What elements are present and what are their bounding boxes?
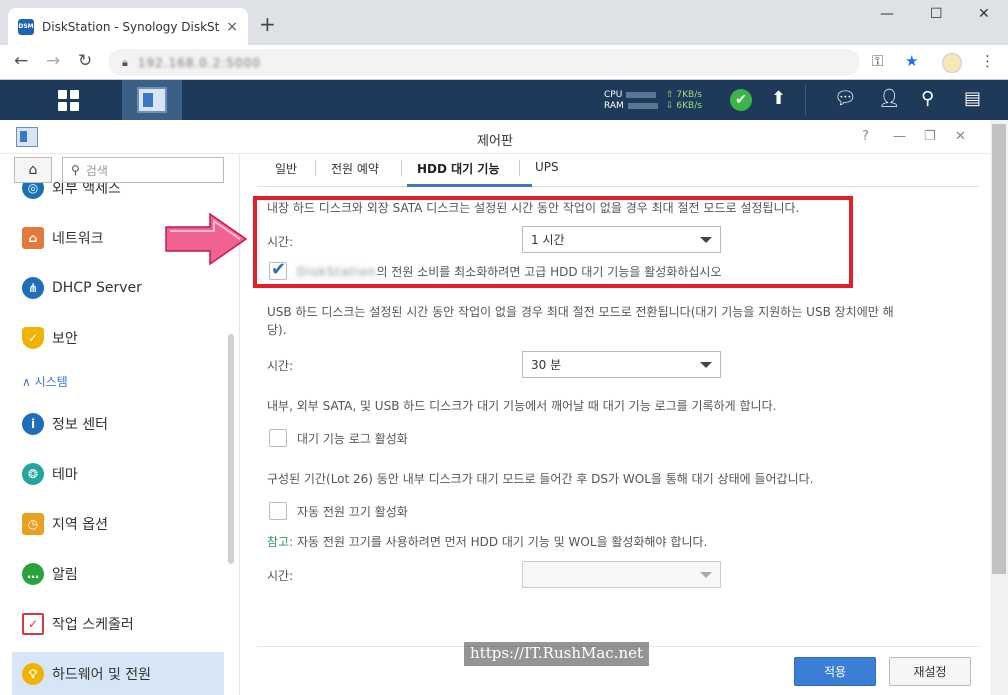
control-panel-taskbar-button[interactable] — [122, 80, 182, 120]
usb-time-label: 시간: — [267, 359, 294, 373]
settings-tabs: 일반 전원 예약 HDD 대기 기능 UPS — [257, 154, 979, 187]
dhcp-server-icon: ⋔ — [22, 277, 44, 299]
cpu-label: CPU — [604, 90, 623, 100]
auto-poweroff-checkbox[interactable] — [269, 502, 287, 520]
main-menu-grid-icon — [57, 89, 79, 111]
notification-icon: … — [22, 563, 44, 585]
auto-poweroff-time-label: 시간: — [267, 569, 294, 583]
tab-hdd-hibernation[interactable]: HDD 대기 기능 — [417, 160, 499, 177]
chevron-down-icon — [700, 362, 712, 368]
sidebar-search-input[interactable]: ⚲ 검색 — [62, 157, 224, 183]
sidebar-item-theme[interactable]: ❂ 테마 — [12, 452, 224, 496]
network-speed: ⇧ 7KB/s ⇩ 6KB/s — [666, 90, 702, 112]
home-icon: ⌂ — [28, 162, 38, 178]
search-icon[interactable]: ⚲ — [921, 88, 934, 109]
usb-disk-description-line1: USB 하드 디스크는 설정된 시간 동안 작업이 없을 경우 최대 절전 모드… — [267, 305, 894, 319]
taskbar-divider — [805, 85, 806, 115]
tab-power-schedule[interactable]: 전원 예약 — [331, 160, 379, 177]
auto-poweroff-description: 구성된 기간(Lot 26) 동안 내부 디스크가 대기 모드로 들어간 후 D… — [267, 472, 814, 486]
address-url: 192.168.0.2:5000 — [137, 55, 261, 70]
close-window-button[interactable]: ✕ — [978, 6, 990, 22]
window-close-button[interactable]: ✕ — [955, 129, 966, 144]
dsm-favicon-icon: DSM — [18, 18, 34, 35]
widgets-icon[interactable]: ▤ — [964, 88, 981, 109]
address-bar[interactable]: 🔒︎ 192.168.0.2:5000 — [108, 49, 860, 76]
sidebar-item-regional-options[interactable]: ◷ 지역 옵션 — [12, 502, 224, 546]
theme-palette-icon: ❂ — [22, 463, 44, 485]
tab-ups[interactable]: UPS — [535, 160, 559, 174]
search-placeholder: 검색 — [85, 163, 108, 178]
auto-poweroff-label: 자동 전원 끄기 활성화 — [297, 505, 408, 519]
active-tab-indicator — [407, 184, 532, 187]
download-speed: ⇩ 6KB/s — [666, 101, 702, 111]
usb-time-value: 30 분 — [531, 358, 562, 372]
home-button[interactable]: ⌂ — [14, 157, 52, 183]
browser-tabstrip: DSM DiskStation - Synology DiskStation ×… — [0, 0, 1008, 45]
window-minimize-button[interactable]: — — [893, 129, 906, 144]
sidebar-item-task-scheduler[interactable]: ✓ 작업 스케줄러 — [12, 602, 224, 646]
regional-options-icon: ◷ — [22, 513, 44, 535]
minimize-window-button[interactable]: — — [880, 6, 894, 22]
pink-arrow-annotation — [165, 212, 248, 266]
security-shield-icon: ✓ — [22, 327, 44, 349]
hibernation-log-description: 내부, 외부 SATA, 및 USB 하드 디스크가 대기 기능에서 깨어날 때… — [267, 399, 777, 413]
browser-toolbar: ← → ↻ 🔒︎ 192.168.0.2:5000 ⚿ ★ ⋮ — [0, 45, 1008, 80]
chevron-down-icon — [700, 572, 712, 578]
window-restore-button[interactable]: ❐ — [924, 129, 936, 144]
upload-speed: ⇧ 7KB/s — [666, 90, 702, 100]
window-title: 제어판 — [477, 134, 513, 149]
key-icon[interactable]: ⚿ — [872, 52, 883, 70]
system-health-check-icon[interactable]: ✔ — [730, 89, 752, 111]
tab-general[interactable]: 일반 — [275, 160, 297, 177]
page-scrollbar[interactable] — [990, 120, 1008, 695]
note-label: 참고: — [267, 535, 294, 549]
maximize-window-button[interactable]: ☐ — [930, 6, 943, 22]
info-center-icon: i — [22, 413, 44, 435]
close-tab-icon[interactable]: × — [226, 19, 238, 35]
lock-icon: 🔒︎ — [122, 55, 128, 69]
help-button[interactable]: ? — [862, 129, 869, 144]
usb-time-select[interactable]: 30 분 — [522, 351, 721, 378]
new-tab-button[interactable]: + — [259, 12, 276, 36]
back-icon[interactable]: ← — [14, 51, 28, 71]
main-menu-button[interactable] — [35, 80, 101, 120]
sidebar-group-system[interactable]: ∧ 시스템 — [22, 373, 68, 390]
forward-icon[interactable]: → — [46, 51, 60, 71]
sidebar-item-dhcp-server[interactable]: ⋔ DHCP Server — [12, 266, 224, 310]
sidebar-item-security[interactable]: ✓ 보안 — [12, 316, 224, 360]
task-scheduler-icon: ✓ — [22, 613, 44, 635]
control-panel-icon — [137, 87, 167, 113]
user-options-icon[interactable]: 👤︎ — [878, 88, 901, 109]
search-icon: ⚲ — [71, 163, 80, 177]
browser-tab[interactable]: DSM DiskStation - Synology DiskStation × — [8, 8, 248, 45]
usb-disk-description-line2: 당). — [267, 323, 287, 337]
sidebar-item-hardware-power[interactable]: 💡︎ 하드웨어 및 전원 — [12, 652, 224, 695]
network-icon: ⌂ — [22, 227, 44, 249]
profile-avatar[interactable] — [942, 53, 962, 73]
sidebar-item-info-center[interactable]: i 정보 센터 — [12, 402, 224, 446]
hibernation-log-checkbox[interactable] — [269, 429, 287, 447]
watermark-text: https://IT.RushMac.net — [464, 642, 650, 666]
auto-poweroff-note: 참고: 자동 전원 끄기를 사용하려면 먼저 HDD 대기 기능 및 WOL을 … — [267, 535, 708, 549]
control-panel-titlebar: 제어판 ? — ❐ ✕ — [0, 120, 990, 154]
main-panel: 일반 전원 예약 HDD 대기 기능 UPS 내장 하드 디스크와 외장 SAT… — [241, 154, 990, 695]
reload-icon[interactable]: ↻ — [78, 51, 92, 71]
browser-tab-title: DiskStation - Synology DiskStation — [42, 19, 220, 34]
reset-button[interactable]: 재설정 — [889, 657, 971, 686]
bookmark-star-icon[interactable]: ★ — [905, 52, 918, 70]
highlight-box — [253, 196, 853, 288]
hardware-power-icon: 💡︎ — [22, 663, 44, 685]
browser-menu-icon[interactable]: ⋮ — [980, 52, 995, 70]
notifications-chat-icon[interactable]: 💬︎ — [834, 88, 857, 109]
sidebar-item-notification[interactable]: … 알림 — [12, 552, 224, 596]
upload-tasks-icon[interactable]: ⬆ — [771, 88, 786, 109]
sidebar-scrollbar[interactable] — [228, 334, 234, 564]
apply-button[interactable]: 적용 — [794, 657, 876, 686]
auto-poweroff-time-select[interactable] — [522, 561, 721, 588]
resource-monitor[interactable]: CPU RAM — [604, 90, 658, 112]
ram-label: RAM — [604, 101, 624, 111]
hibernation-log-label: 대기 기능 로그 활성화 — [297, 432, 408, 446]
